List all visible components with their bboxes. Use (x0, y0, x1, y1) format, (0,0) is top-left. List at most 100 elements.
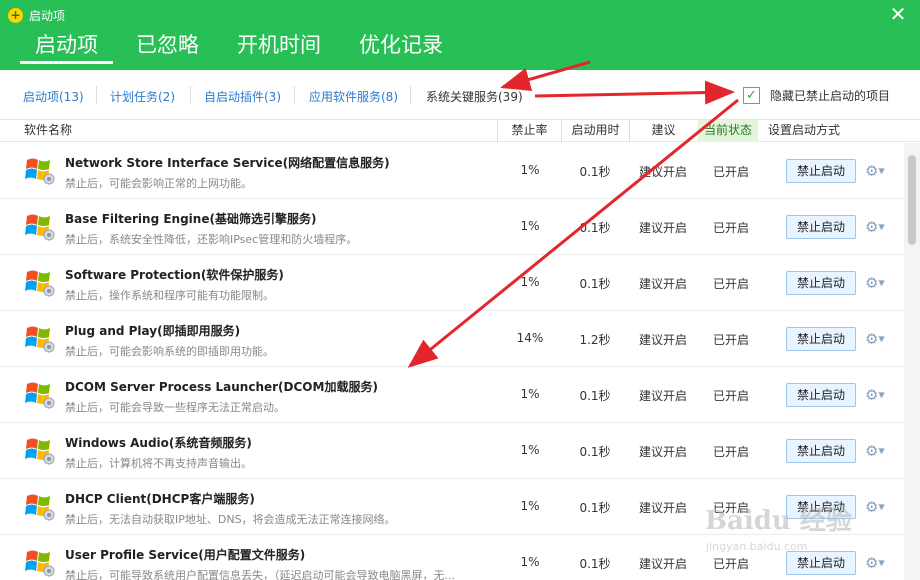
col-startup-time: 启动用时 (561, 120, 629, 142)
scrollbar-thumb[interactable] (908, 155, 916, 245)
windows-logo-icon (24, 548, 56, 578)
disable-startup-button[interactable]: 禁止启动 (786, 551, 856, 575)
service-row[interactable]: Software Protection(软件保护服务) 禁止后，操作系统和程序可能… (0, 255, 904, 311)
disable-rate: 1% (520, 555, 540, 569)
service-row[interactable]: Plug and Play(即插即用服务) 禁止后，可能会影响系统的即插即用功能。… (0, 311, 904, 367)
disable-rate: 1% (520, 499, 540, 513)
col-set-startup: 设置启动方式 (768, 123, 841, 137)
chevron-down-icon: ▼ (878, 334, 885, 344)
gear-icon[interactable]: ⚙▼ (865, 497, 889, 517)
service-row[interactable]: Network Store Interface Service(网络配置信息服务… (0, 143, 904, 199)
hide-disabled-toggle[interactable]: ✓ 隐藏已禁止启动的项目 (743, 87, 890, 104)
startup-time: 0.1秒 (579, 389, 611, 403)
service-name: User Profile Service(用户配置文件服务) (65, 548, 306, 562)
windows-logo-icon (24, 212, 56, 242)
service-row[interactable]: DCOM Server Process Launcher(DCOM加载服务) 禁止… (0, 367, 904, 423)
chevron-down-icon: ▼ (878, 278, 885, 288)
current-state: 已开启 (712, 333, 749, 347)
service-row[interactable]: Base Filtering Engine(基础筛选引擎服务) 禁止后，系统安全性… (0, 199, 904, 255)
windows-logo-icon (24, 324, 56, 354)
subtab-divider (410, 86, 411, 104)
tab-startup[interactable]: 启动项 (20, 30, 113, 64)
chevron-down-icon: ▼ (878, 166, 885, 176)
current-state: 已开启 (712, 277, 749, 291)
chevron-down-icon: ▼ (878, 446, 885, 456)
service-name: Software Protection(软件保护服务) (65, 268, 284, 282)
service-row[interactable]: DHCP Client(DHCP客户端服务) 禁止后，无法自动获取IP地址、DNS… (0, 479, 904, 535)
startup-time: 0.1秒 (579, 557, 611, 571)
service-description: 禁止后，可能导致系统用户配置信息丢失，（延迟启动可能会导致电脑黑屏，无... (65, 569, 455, 580)
suggestion: 建议开启 (638, 445, 687, 459)
col-name: 软件名称 (24, 123, 73, 137)
header-bar: + 启动项 ✕ 启动项 已忽略 开机时间 优化记录 (0, 0, 920, 70)
subtab-divider (190, 86, 191, 104)
chevron-down-icon: ▼ (878, 222, 885, 232)
startup-time: 0.1秒 (579, 165, 611, 179)
service-row[interactable]: User Profile Service(用户配置文件服务) 禁止后，可能导致系统… (0, 535, 904, 580)
disable-rate: 1% (520, 275, 540, 289)
service-name: Network Store Interface Service(网络配置信息服务… (65, 156, 390, 170)
suggestion: 建议开启 (638, 277, 687, 291)
windows-logo-icon (24, 380, 56, 410)
subtab-startup-items[interactable]: 启动项(13) (23, 88, 84, 105)
subtab-scheduled-tasks[interactable]: 计划任务(2) (110, 88, 175, 105)
service-row[interactable]: Windows Audio(系统音频服务) 禁止后，计算机将不再支持声音输出。 1%… (0, 423, 904, 479)
gear-icon[interactable]: ⚙▼ (865, 553, 889, 573)
disable-rate: 1% (520, 443, 540, 457)
service-name: Base Filtering Engine(基础筛选引擎服务) (65, 212, 317, 226)
sub-tabs-bar: 启动项(13) 计划任务(2) 自启动插件(3) 应用软件服务(8) 系统关键服… (0, 70, 920, 120)
service-name: Plug and Play(即插即用服务) (65, 324, 241, 338)
gear-icon[interactable]: ⚙▼ (865, 273, 889, 293)
gear-icon[interactable]: ⚙▼ (865, 385, 889, 405)
startup-time: 0.1秒 (579, 445, 611, 459)
suggestion: 建议开启 (638, 501, 687, 515)
startup-time: 1.2秒 (579, 333, 611, 347)
disable-startup-button[interactable]: 禁止启动 (786, 439, 856, 463)
service-description: 禁止后，可能会影响系统的即插即用功能。 (65, 345, 274, 358)
subtab-app-services[interactable]: 应用软件服务(8) (309, 88, 398, 105)
disable-rate: 14% (516, 331, 544, 345)
subtab-autostart-plugins[interactable]: 自启动插件(3) (204, 88, 281, 105)
disable-startup-button[interactable]: 禁止启动 (786, 327, 856, 351)
suggestion: 建议开启 (638, 221, 687, 235)
gear-icon[interactable]: ⚙▼ (865, 441, 889, 461)
disable-startup-button[interactable]: 禁止启动 (786, 383, 856, 407)
windows-logo-icon (24, 268, 56, 298)
suggestion: 建议开启 (638, 333, 687, 347)
disable-rate: 1% (520, 219, 540, 233)
current-state: 已开启 (712, 165, 749, 179)
tab-ignored[interactable]: 已忽略 (121, 30, 214, 64)
current-state: 已开启 (712, 389, 749, 403)
chevron-down-icon: ▼ (878, 390, 885, 400)
disable-rate: 1% (520, 163, 540, 177)
tab-boot-time[interactable]: 开机时间 (222, 30, 336, 64)
gear-icon[interactable]: ⚙▼ (865, 161, 889, 181)
subtab-divider (294, 86, 295, 104)
title-bar: + 启动项 (8, 6, 65, 24)
disable-startup-button[interactable]: 禁止启动 (786, 271, 856, 295)
current-state: 已开启 (712, 501, 749, 515)
suggestion: 建议开启 (638, 165, 687, 179)
scrollbar[interactable] (904, 143, 920, 580)
windows-logo-icon (24, 436, 56, 466)
main-tabs: 启动项 已忽略 开机时间 优化记录 (20, 30, 466, 64)
gear-icon[interactable]: ⚙▼ (865, 217, 889, 237)
tab-optimization-log[interactable]: 优化记录 (344, 30, 458, 64)
service-description: 禁止后，系统安全性降低，还影响IPsec管理和防火墙程序。 (65, 233, 358, 246)
service-description: 禁止后，可能会影响正常的上网功能。 (65, 177, 252, 190)
windows-logo-icon (24, 156, 56, 186)
subtab-system-services[interactable]: 系统关键服务(39) (426, 88, 523, 105)
disable-startup-button[interactable]: 禁止启动 (786, 215, 856, 239)
close-icon[interactable]: ✕ (888, 4, 908, 24)
service-list: Network Store Interface Service(网络配置信息服务… (0, 143, 904, 580)
gear-icon[interactable]: ⚙▼ (865, 329, 889, 349)
col-current-state[interactable]: 当前状态 (698, 120, 759, 142)
app-logo-icon: + (8, 7, 23, 23)
disable-startup-button[interactable]: 禁止启动 (786, 159, 856, 183)
chevron-down-icon: ▼ (878, 558, 885, 568)
hide-disabled-checkbox[interactable]: ✓ (743, 87, 760, 104)
suggestion: 建议开启 (638, 389, 687, 403)
startup-time: 0.1秒 (579, 277, 611, 291)
disable-startup-button[interactable]: 禁止启动 (786, 495, 856, 519)
service-name: DCOM Server Process Launcher(DCOM加载服务) (65, 380, 378, 394)
